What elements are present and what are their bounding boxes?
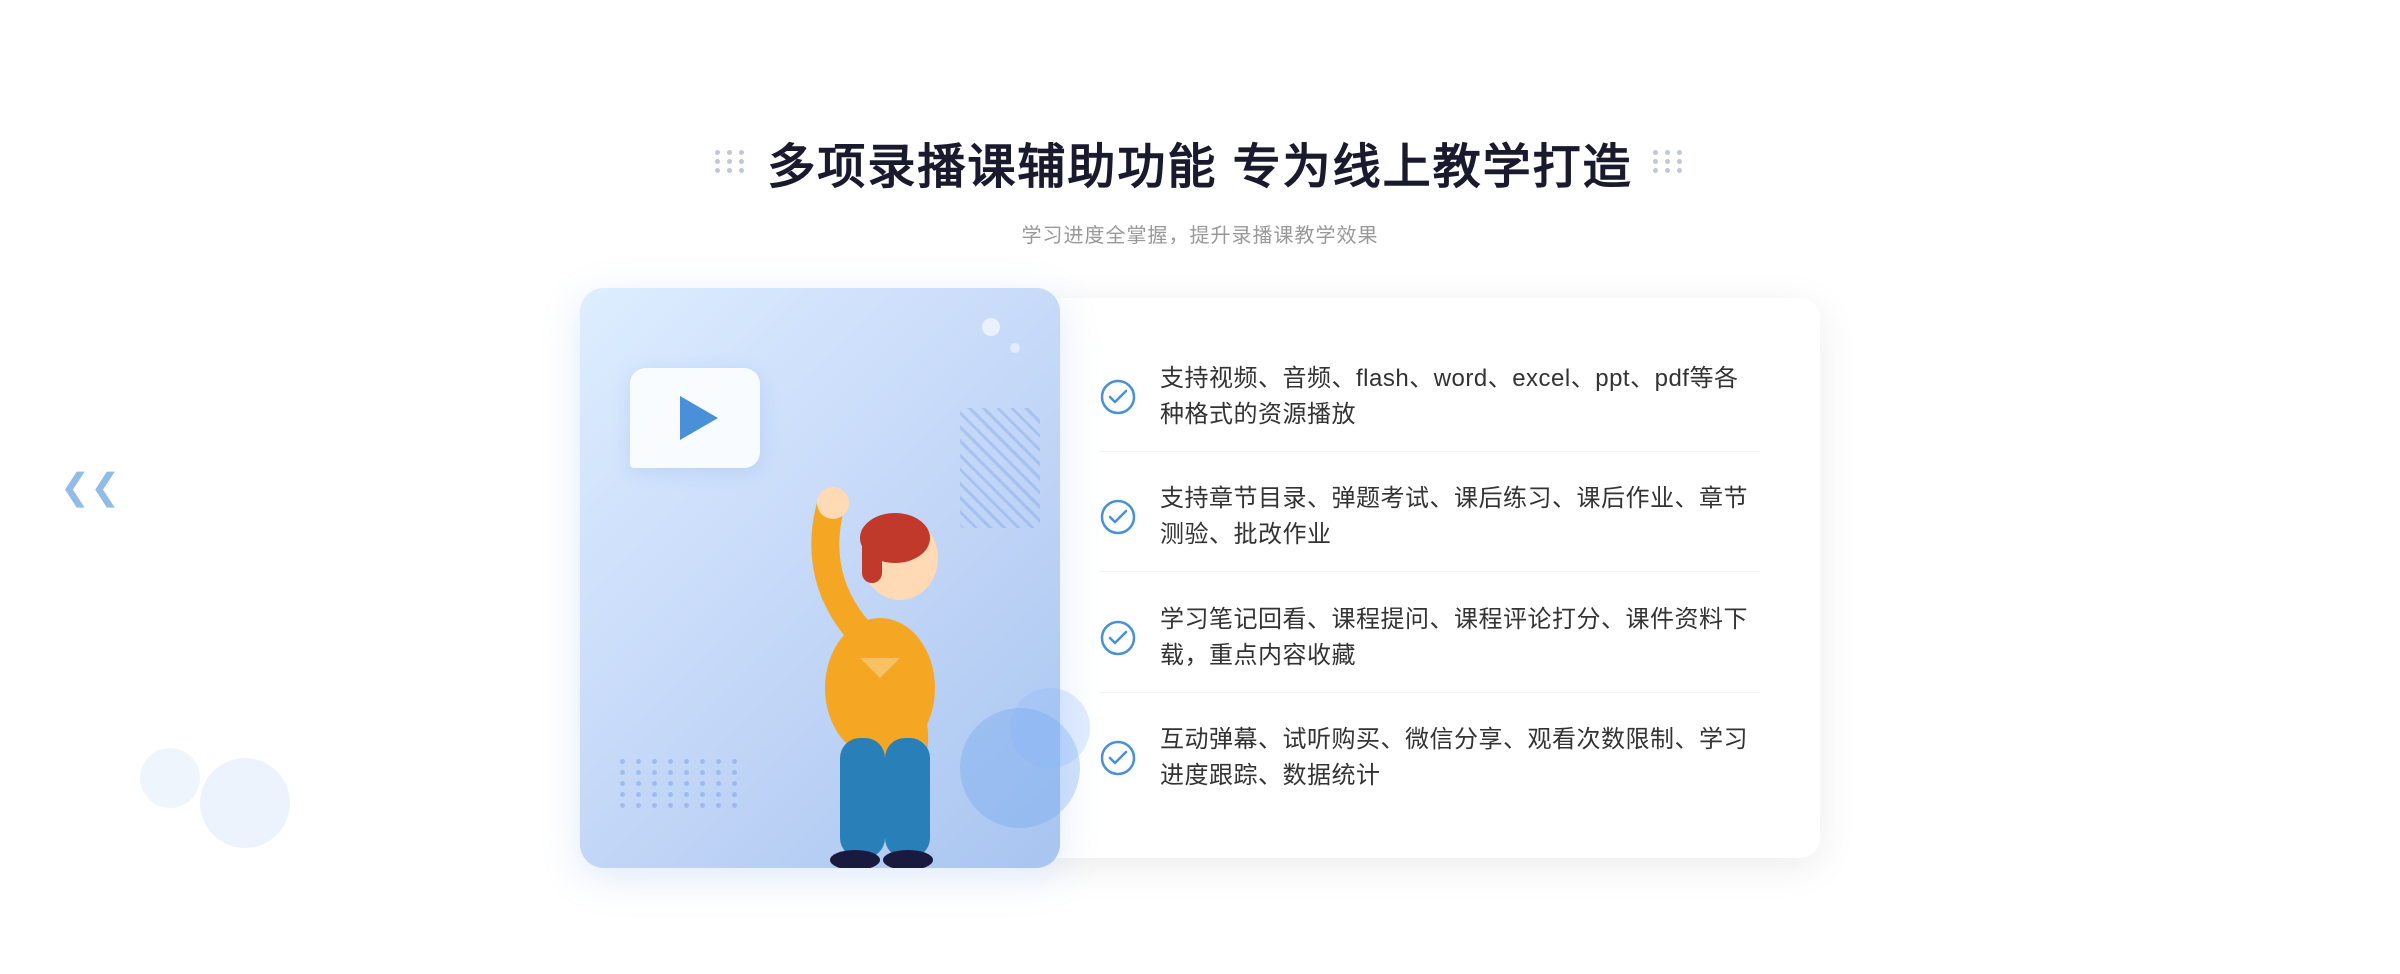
- small-circle-deco-2: [1010, 343, 1020, 353]
- left-dots-decoration: [715, 150, 747, 173]
- dot-grid-left: [715, 150, 747, 173]
- page-wrapper: 多项录播课辅助功能 专为线上教学打造 学习进度全掌握，提升录播课教学效果: [0, 67, 2400, 908]
- feature-text-1: 支持视频、音频、flash、word、excel、ppt、pdf等各种格式的资源…: [1160, 361, 1760, 433]
- left-chevrons: ❮❮: [60, 466, 120, 508]
- features-panel: 支持视频、音频、flash、word、excel、ppt、pdf等各种格式的资源…: [1040, 298, 1820, 858]
- check-icon-1: [1100, 379, 1136, 415]
- right-dots-decoration: [1653, 150, 1685, 173]
- content-area: 支持视频、音频、flash、word、excel、ppt、pdf等各种格式的资源…: [500, 288, 1900, 868]
- page-title: 多项录播课辅助功能 专为线上教学打造: [767, 127, 1632, 197]
- check-icon-4: [1100, 740, 1136, 776]
- check-icon-3: [1100, 620, 1136, 656]
- dots-pattern: [620, 759, 742, 808]
- bg-circle-2: [140, 748, 200, 808]
- feature-text-4: 互动弹幕、试听购买、微信分享、观看次数限制、学习进度跟踪、数据统计: [1160, 722, 1760, 794]
- dot-grid-right: [1653, 150, 1685, 173]
- bg-circle-1: [200, 758, 290, 848]
- illustration-card: [580, 288, 1060, 868]
- feature-text-3: 学习笔记回看、课程提问、课程评论打分、课件资料下载，重点内容收藏: [1160, 602, 1760, 674]
- main-container: 多项录播课辅助功能 专为线上教学打造 学习进度全掌握，提升录播课教学效果: [0, 67, 2400, 908]
- feature-item-4: 互动弹幕、试听购买、微信分享、观看次数限制、学习进度跟踪、数据统计: [1100, 704, 1760, 812]
- play-icon: [680, 396, 718, 440]
- feature-item-3: 学习笔记回看、课程提问、课程评论打分、课件资料下载，重点内容收藏: [1100, 584, 1760, 693]
- small-circle-deco: [982, 318, 1000, 336]
- header-section: 多项录播课辅助功能 专为线上教学打造: [715, 127, 1684, 197]
- feature-text-2: 支持章节目录、弹题考试、课后练习、课后作业、章节测验、批改作业: [1160, 481, 1760, 553]
- person-illustration: [730, 408, 1030, 868]
- feature-item-2: 支持章节目录、弹题考试、课后练习、课后作业、章节测验、批改作业: [1100, 463, 1760, 572]
- check-icon-2: [1100, 499, 1136, 535]
- feature-item-1: 支持视频、音频、flash、word、excel、ppt、pdf等各种格式的资源…: [1100, 343, 1760, 452]
- page-subtitle: 学习进度全掌握，提升录播课教学效果: [1022, 219, 1379, 248]
